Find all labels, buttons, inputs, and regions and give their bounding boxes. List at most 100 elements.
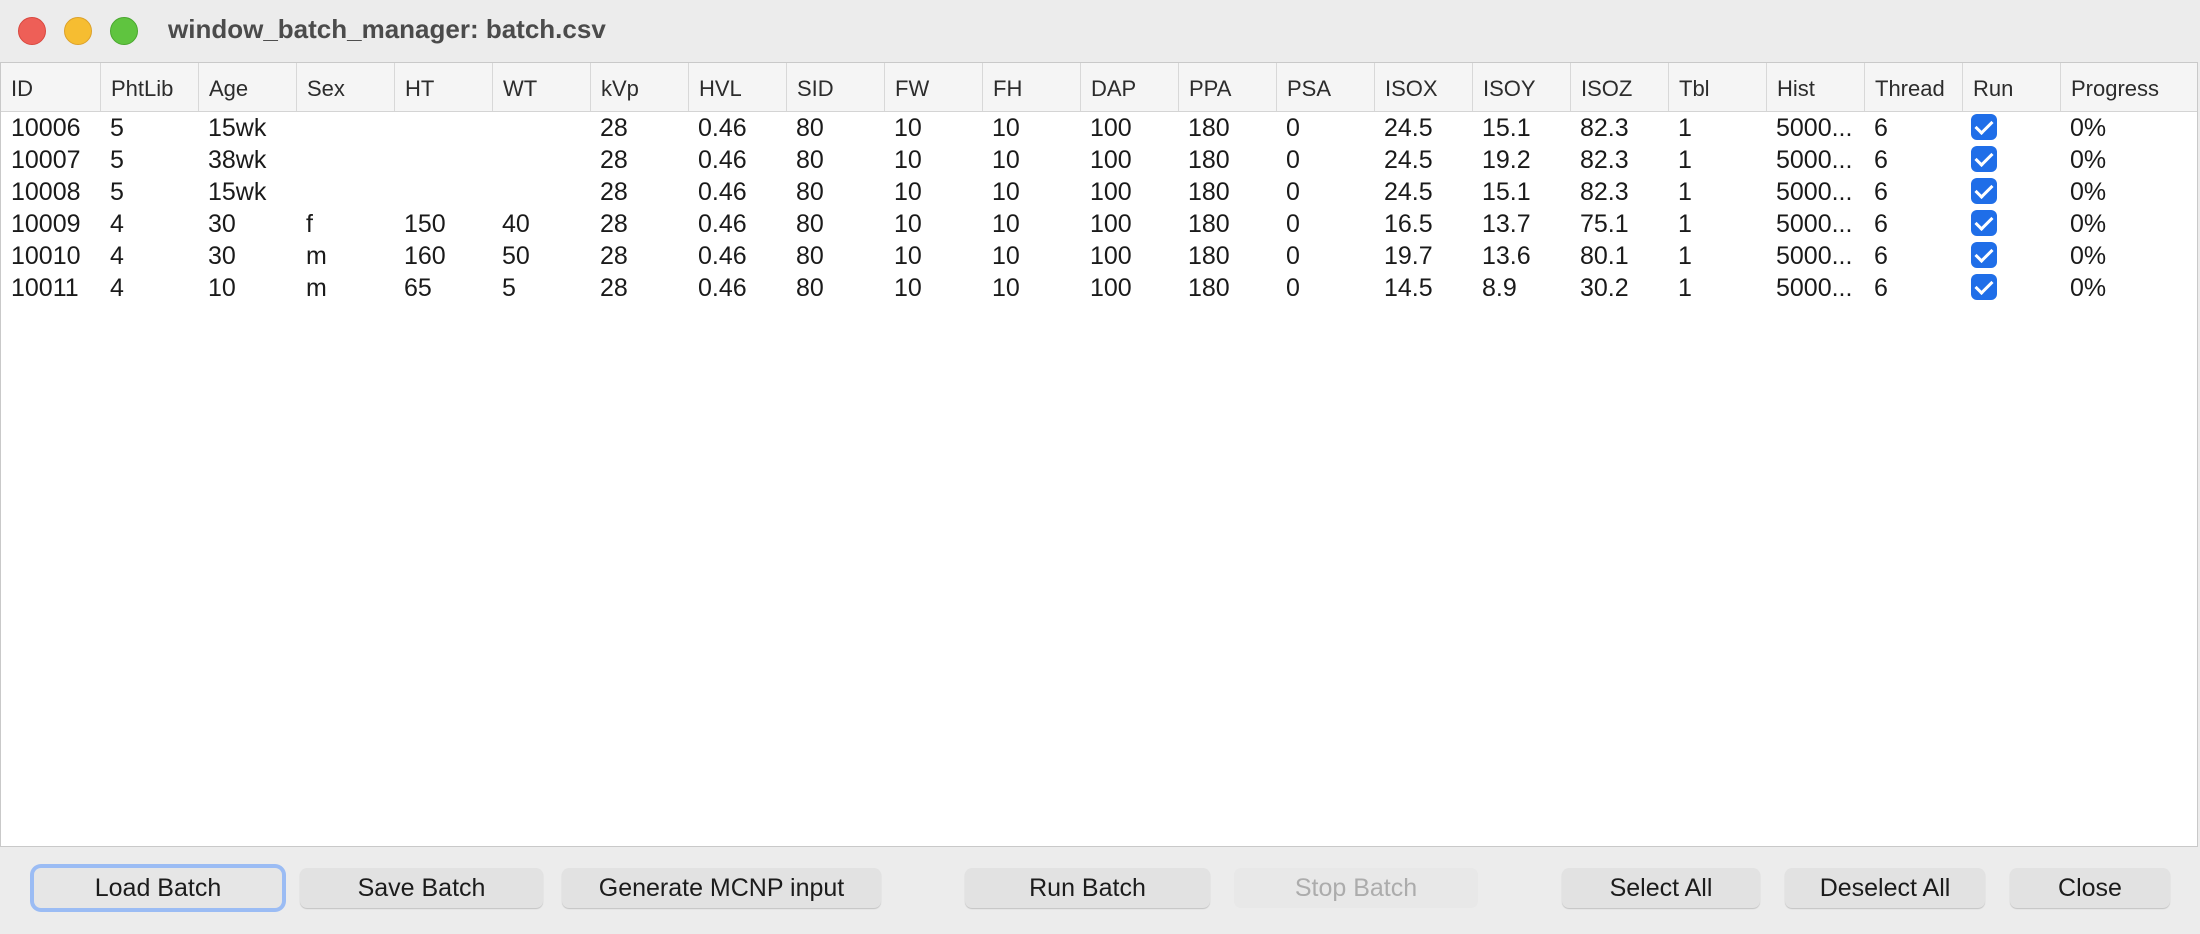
table-cell-kvp: 28 bbox=[600, 242, 628, 270]
column-header-ht[interactable]: HT bbox=[394, 63, 492, 111]
table-row[interactable]: 10009 4 30 f 150 40 28 0.46 80 10 10 100 180 0 16.5 13.… bbox=[1, 207, 2197, 239]
table-cell-wt: 50 bbox=[502, 242, 530, 270]
table-cell-hvl: 0.46 bbox=[698, 178, 747, 206]
table-cell-thread: 6 bbox=[1874, 210, 1888, 238]
table-cell-sid: 80 bbox=[796, 178, 824, 206]
table-cell-isoy: 19.2 bbox=[1482, 146, 1531, 174]
table-cell-id: 10009 bbox=[11, 210, 81, 238]
minimize-window-icon[interactable] bbox=[64, 17, 92, 45]
table-row[interactable]: 10011 4 10 m 65 5 28 0.46 80 10 10 100 180 0 14.5 8.9 30… bbox=[1, 271, 2197, 303]
column-header-sex[interactable]: Sex bbox=[296, 63, 394, 111]
column-header-isoz[interactable]: ISOZ bbox=[1570, 63, 1668, 111]
column-header-psa[interactable]: PSA bbox=[1276, 63, 1374, 111]
column-header-fh[interactable]: FH bbox=[982, 63, 1080, 111]
column-header-fw[interactable]: FW bbox=[884, 63, 982, 111]
table-cell-isoz: 30.2 bbox=[1580, 274, 1629, 302]
column-header-isoy[interactable]: ISOY bbox=[1472, 63, 1570, 111]
table-cell-isox: 24.5 bbox=[1384, 178, 1433, 206]
table-cell-fh: 10 bbox=[992, 146, 1020, 174]
stop-batch-button[interactable]: Stop Batch bbox=[1234, 868, 1478, 908]
table-cell-age: 10 bbox=[208, 274, 236, 302]
table-cell-isoy: 15.1 bbox=[1482, 178, 1531, 206]
table-row[interactable]: 10010 4 30 m 160 50 28 0.46 80 10 10 100 180 0 19.7 13.… bbox=[1, 239, 2197, 271]
table-cell-isoz: 75.1 bbox=[1580, 210, 1629, 238]
table-cell-wt: 40 bbox=[502, 210, 530, 238]
table-cell-phtlib: 4 bbox=[110, 242, 124, 270]
column-header-hist[interactable]: Hist bbox=[1766, 63, 1864, 111]
table-cell-wt bbox=[492, 111, 590, 143]
zoom-window-icon[interactable] bbox=[110, 17, 138, 45]
run-checkbox[interactable] bbox=[1971, 210, 1997, 236]
table-cell-sex: f bbox=[306, 210, 313, 238]
column-header-tbl[interactable]: Tbl bbox=[1668, 63, 1766, 111]
table-cell-hvl: 0.46 bbox=[698, 274, 747, 302]
table-cell-sex: m bbox=[306, 274, 327, 302]
table-cell-hvl: 0.46 bbox=[698, 210, 747, 238]
table-cell-age: 30 bbox=[208, 242, 236, 270]
table-cell-wt bbox=[492, 143, 590, 175]
column-header-ppa[interactable]: PPA bbox=[1178, 63, 1276, 111]
table-header: ID PhtLib Age Sex HT WT kVp HVL SID FW FH DAP PPA PSA… bbox=[1, 63, 2197, 112]
table-cell-id: 10007 bbox=[11, 146, 81, 174]
table-cell-psa: 0 bbox=[1286, 178, 1300, 206]
table-cell-tbl: 1 bbox=[1678, 146, 1692, 174]
table-cell-thread: 6 bbox=[1874, 114, 1888, 142]
table-cell-sex bbox=[296, 143, 394, 175]
deselect-all-button[interactable]: Deselect All bbox=[1785, 868, 1985, 908]
load-batch-button[interactable]: Load Batch bbox=[34, 868, 282, 908]
table-cell-isoy: 15.1 bbox=[1482, 114, 1531, 142]
table-row[interactable]: 10008 5 15wk 28 0.46 80 10 10 100 180 0 24.5 15.1 82.… bbox=[1, 175, 2197, 207]
batch-manager-window: window_batch_manager: batch.csv ID PhtLib… bbox=[0, 0, 2200, 934]
column-header-thread[interactable]: Thread bbox=[1864, 63, 1962, 111]
column-header-isox[interactable]: ISOX bbox=[1374, 63, 1472, 111]
run-checkbox[interactable] bbox=[1971, 242, 1997, 268]
column-header-age[interactable]: Age bbox=[198, 63, 296, 111]
table-cell-ht bbox=[394, 143, 492, 175]
save-batch-button[interactable]: Save Batch bbox=[300, 868, 543, 908]
run-checkbox[interactable] bbox=[1971, 178, 1997, 204]
table-cell-wt bbox=[492, 175, 590, 207]
column-header-wt[interactable]: WT bbox=[492, 63, 590, 111]
close-button[interactable]: Close bbox=[2010, 868, 2170, 908]
table-cell-age: 15wk bbox=[208, 178, 267, 206]
table-cell-id: 10010 bbox=[11, 242, 81, 270]
generate-mcnp-input-button[interactable]: Generate MCNP input bbox=[562, 868, 881, 908]
column-header-progress[interactable]: Progress bbox=[2060, 63, 2197, 111]
table-cell-sid: 80 bbox=[796, 210, 824, 238]
table-cell-id: 10011 bbox=[11, 274, 79, 302]
table-cell-wt: 5 bbox=[502, 274, 516, 302]
table-cell-phtlib: 4 bbox=[110, 210, 124, 238]
table-cell-tbl: 1 bbox=[1678, 210, 1692, 238]
table-cell-fw: 10 bbox=[894, 210, 922, 238]
column-header-hvl[interactable]: HVL bbox=[688, 63, 786, 111]
table-cell-progress: 0% bbox=[2070, 146, 2107, 174]
table-cell-isoy: 8.9 bbox=[1482, 274, 1517, 302]
table-cell-progress: 0% bbox=[2070, 114, 2107, 142]
run-checkbox[interactable] bbox=[1971, 146, 1997, 172]
column-header-kvp[interactable]: kVp bbox=[590, 63, 688, 111]
table-cell-isox: 24.5 bbox=[1384, 146, 1433, 174]
column-header-dap[interactable]: DAP bbox=[1080, 63, 1178, 111]
close-window-icon[interactable] bbox=[18, 17, 46, 45]
batch-table[interactable]: ID PhtLib Age Sex HT WT kVp HVL SID FW FH DAP PPA PSA… bbox=[0, 62, 2198, 847]
column-header-sid[interactable]: SID bbox=[786, 63, 884, 111]
column-header-run[interactable]: Run bbox=[1962, 63, 2060, 111]
column-header-phtlib[interactable]: PhtLib bbox=[100, 63, 198, 111]
table-cell-ht: 160 bbox=[404, 242, 446, 270]
table-cell-isox: 24.5 bbox=[1384, 114, 1433, 142]
table-cell-sid: 80 bbox=[796, 242, 824, 270]
table-cell-ppa: 180 bbox=[1188, 242, 1230, 270]
run-checkbox[interactable] bbox=[1971, 114, 1997, 140]
table-row[interactable]: 10006 5 15wk 28 0.46 80 10 10 100 180 0 24.5 15.1 82.… bbox=[1, 111, 2197, 143]
run-batch-button[interactable]: Run Batch bbox=[965, 868, 1210, 908]
select-all-button[interactable]: Select All bbox=[1562, 868, 1760, 908]
table-cell-psa: 0 bbox=[1286, 146, 1300, 174]
run-checkbox[interactable] bbox=[1971, 274, 1997, 300]
table-cell-isox: 19.7 bbox=[1384, 242, 1433, 270]
table-row[interactable]: 10007 5 38wk 28 0.46 80 10 10 100 180 0 24.5 19.2 82.… bbox=[1, 143, 2197, 175]
table-cell-thread: 6 bbox=[1874, 274, 1888, 302]
column-header-id[interactable]: ID bbox=[1, 63, 100, 111]
table-body: 10006 5 15wk 28 0.46 80 10 10 100 180 0 24.5 15.1 82.… bbox=[1, 111, 2197, 303]
table-cell-phtlib: 5 bbox=[110, 146, 124, 174]
table-cell-tbl: 1 bbox=[1678, 274, 1692, 302]
